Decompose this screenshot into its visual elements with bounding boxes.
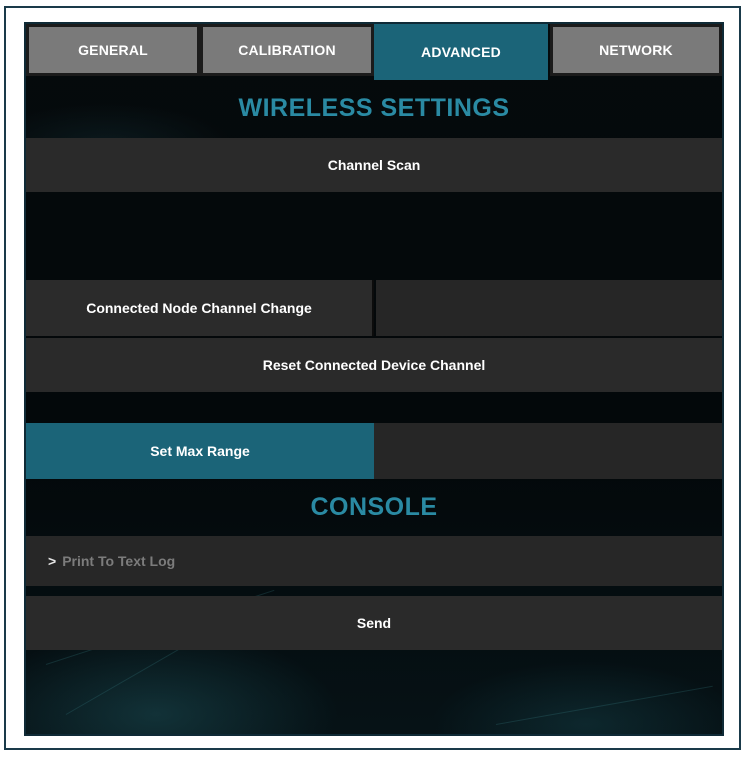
- console-input[interactable]: [62, 553, 663, 569]
- tab-advanced[interactable]: ADVANCED: [374, 24, 548, 80]
- tab-general[interactable]: GENERAL: [26, 24, 200, 76]
- background-streak: [495, 685, 713, 725]
- console-input-row: >: [26, 536, 722, 586]
- tab-label: GENERAL: [78, 42, 148, 58]
- node-channel-input[interactable]: [376, 280, 722, 336]
- tab-network[interactable]: NETWORK: [550, 24, 722, 76]
- console-title: CONSOLE: [310, 493, 438, 521]
- send-label: Send: [356, 615, 392, 631]
- wireless-settings-title: WIRELESS SETTINGS: [238, 94, 510, 122]
- set-max-range-label: Set Max Range: [150, 443, 250, 459]
- set-max-range-button[interactable]: Set Max Range: [26, 423, 374, 479]
- tab-bar: GENERAL CALIBRATION ADVANCED NETWORK: [26, 24, 722, 80]
- channel-scan-label: Channel Scan: [327, 157, 421, 173]
- tab-label: NETWORK: [599, 42, 673, 58]
- channel-scan-button[interactable]: Channel Scan: [26, 138, 722, 192]
- tab-label: CALIBRATION: [238, 42, 336, 58]
- max-range-input[interactable]: [374, 423, 722, 479]
- tab-label: ADVANCED: [421, 44, 501, 60]
- settings-panel: GENERAL CALIBRATION ADVANCED NETWORK WIR…: [24, 22, 724, 736]
- reset-channel-button[interactable]: Reset Connected Device Channel: [26, 338, 722, 392]
- send-button[interactable]: Send: [26, 596, 722, 650]
- reset-channel-label: Reset Connected Device Channel: [262, 357, 486, 373]
- node-channel-change-button[interactable]: Connected Node Channel Change: [26, 280, 374, 336]
- tab-calibration[interactable]: CALIBRATION: [200, 24, 374, 76]
- prompt-chevron-icon: >: [48, 553, 57, 569]
- node-channel-change-label: Connected Node Channel Change: [86, 300, 312, 316]
